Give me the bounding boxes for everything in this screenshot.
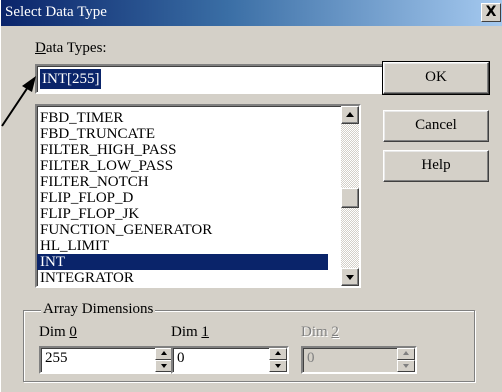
cancel-button[interactable]: Cancel [383,110,489,142]
data-type-value: INT[255] [38,68,103,90]
arrow-down-icon [346,275,354,280]
list-item[interactable]: FBD_TIMER [37,110,328,126]
spin-up-icon [403,351,409,355]
scroll-up-button[interactable] [341,106,359,124]
dim0-spinner[interactable]: 255 [39,346,175,374]
arrow-up-icon [346,112,354,117]
dim1-down-button[interactable] [269,360,287,372]
spin-down-icon [403,364,409,368]
dim2-label: Dim 2 [301,324,339,340]
data-type-input[interactable]: INT[255] [35,64,385,94]
select-data-type-dialog: Select Data Type X Data Types: INT[255] … [0,0,502,392]
list-item[interactable]: HL_LIMIT [37,238,328,254]
ok-button[interactable]: OK [382,61,490,95]
dim2-value: 0 [307,350,315,366]
list-item[interactable]: FILTER_HIGH_PASS [37,142,328,158]
list-item[interactable]: FLIP_FLOP_D [37,190,328,206]
close-button[interactable]: X [481,3,501,22]
array-dimensions-title: Array Dimensions [41,301,156,318]
list-scrollbar[interactable] [341,106,359,286]
dim1-value: 0 [177,350,185,366]
title-bar[interactable]: Select Data Type X [1,0,502,26]
scroll-down-button[interactable] [341,268,359,286]
close-icon: X [485,4,497,20]
dim0-label: Dim 0 [39,324,77,340]
list-item[interactable]: FBD_TRUNCATE [37,126,328,142]
spin-up-icon [275,351,281,355]
list-item[interactable]: INTEGRATOR [37,270,328,286]
data-type-list[interactable]: FBD_TIMER FBD_TRUNCATE FILTER_HIGH_PASS … [35,104,361,288]
spin-down-icon [275,364,281,368]
spin-up-icon [161,351,167,355]
dim1-label: Dim 1 [171,324,209,340]
dim0-value: 255 [45,350,68,366]
list-item[interactable]: FILTER_NOTCH [37,174,328,190]
dim1-up-button[interactable] [269,348,287,360]
window-title: Select Data Type [5,4,107,20]
data-types-label: Data Types: [35,40,107,56]
spin-down-icon [161,364,167,368]
list-item-selected[interactable]: INT [37,254,328,270]
pointer-arrow-icon [1,76,36,127]
help-button[interactable]: Help [383,150,489,182]
list-item[interactable]: FUNCTION_GENERATOR [37,222,328,238]
dim2-down-button [397,360,415,372]
dim1-spinner[interactable]: 0 [171,346,289,374]
list-item[interactable]: FLIP_FLOP_JK [37,206,328,222]
list-item[interactable]: FILTER_LOW_PASS [37,158,328,174]
dim2-up-button [397,348,415,360]
dim2-spinner: 0 [301,346,417,374]
scroll-thumb[interactable] [341,188,359,208]
